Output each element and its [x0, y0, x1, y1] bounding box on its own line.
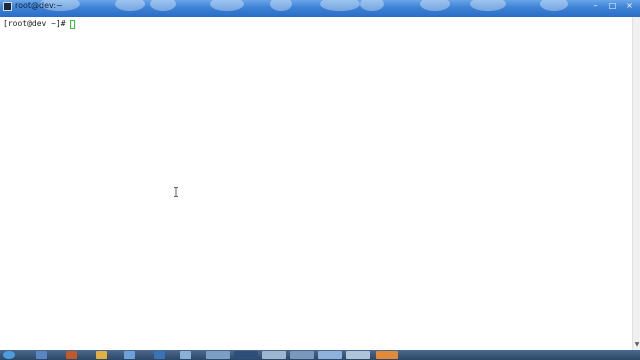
taskbar-app-icon[interactable]: [234, 351, 258, 359]
taskbar-app-icon[interactable]: [96, 351, 107, 359]
ibeam-cursor-icon: [174, 187, 178, 197]
terminal-area[interactable]: [root@dev ~]#: [0, 17, 632, 350]
taskbar-app-icon[interactable]: [290, 351, 314, 359]
text-cursor-icon: [69, 19, 75, 29]
window-title: root@dev:~: [15, 1, 63, 10]
desktop-screen: root@dev:~ – □ × [root@dev ~]# ▼: [0, 0, 640, 360]
taskbar: [0, 350, 640, 360]
window-title-bar[interactable]: root@dev:~ – □ ×: [0, 0, 640, 17]
taskbar-app-icon[interactable]: [318, 351, 342, 359]
taskbar-app-icon[interactable]: [376, 351, 398, 359]
taskbar-app-icon[interactable]: [206, 351, 230, 359]
taskbar-app-icon[interactable]: [262, 351, 286, 359]
taskbar-app-icon[interactable]: [66, 351, 77, 359]
chevron-down-icon[interactable]: ▼: [634, 342, 640, 348]
taskbar-app-icon[interactable]: [124, 351, 135, 359]
prompt-line: [root@dev ~]#: [3, 19, 75, 29]
window-controls: – □ ×: [591, 2, 634, 10]
shell-prompt: [root@dev ~]#: [3, 19, 66, 28]
maximize-button[interactable]: □: [608, 2, 617, 10]
taskbar-app-icon[interactable]: [154, 351, 165, 359]
close-button[interactable]: ×: [625, 2, 634, 10]
taskbar-app-icon[interactable]: [346, 351, 370, 359]
taskbar-app-icon[interactable]: [180, 351, 191, 359]
vertical-scrollbar[interactable]: ▼: [632, 17, 640, 350]
start-button[interactable]: [3, 351, 15, 359]
terminal-icon[interactable]: [3, 2, 12, 11]
minimize-button[interactable]: –: [591, 2, 600, 10]
taskbar-app-icon[interactable]: [36, 351, 47, 359]
